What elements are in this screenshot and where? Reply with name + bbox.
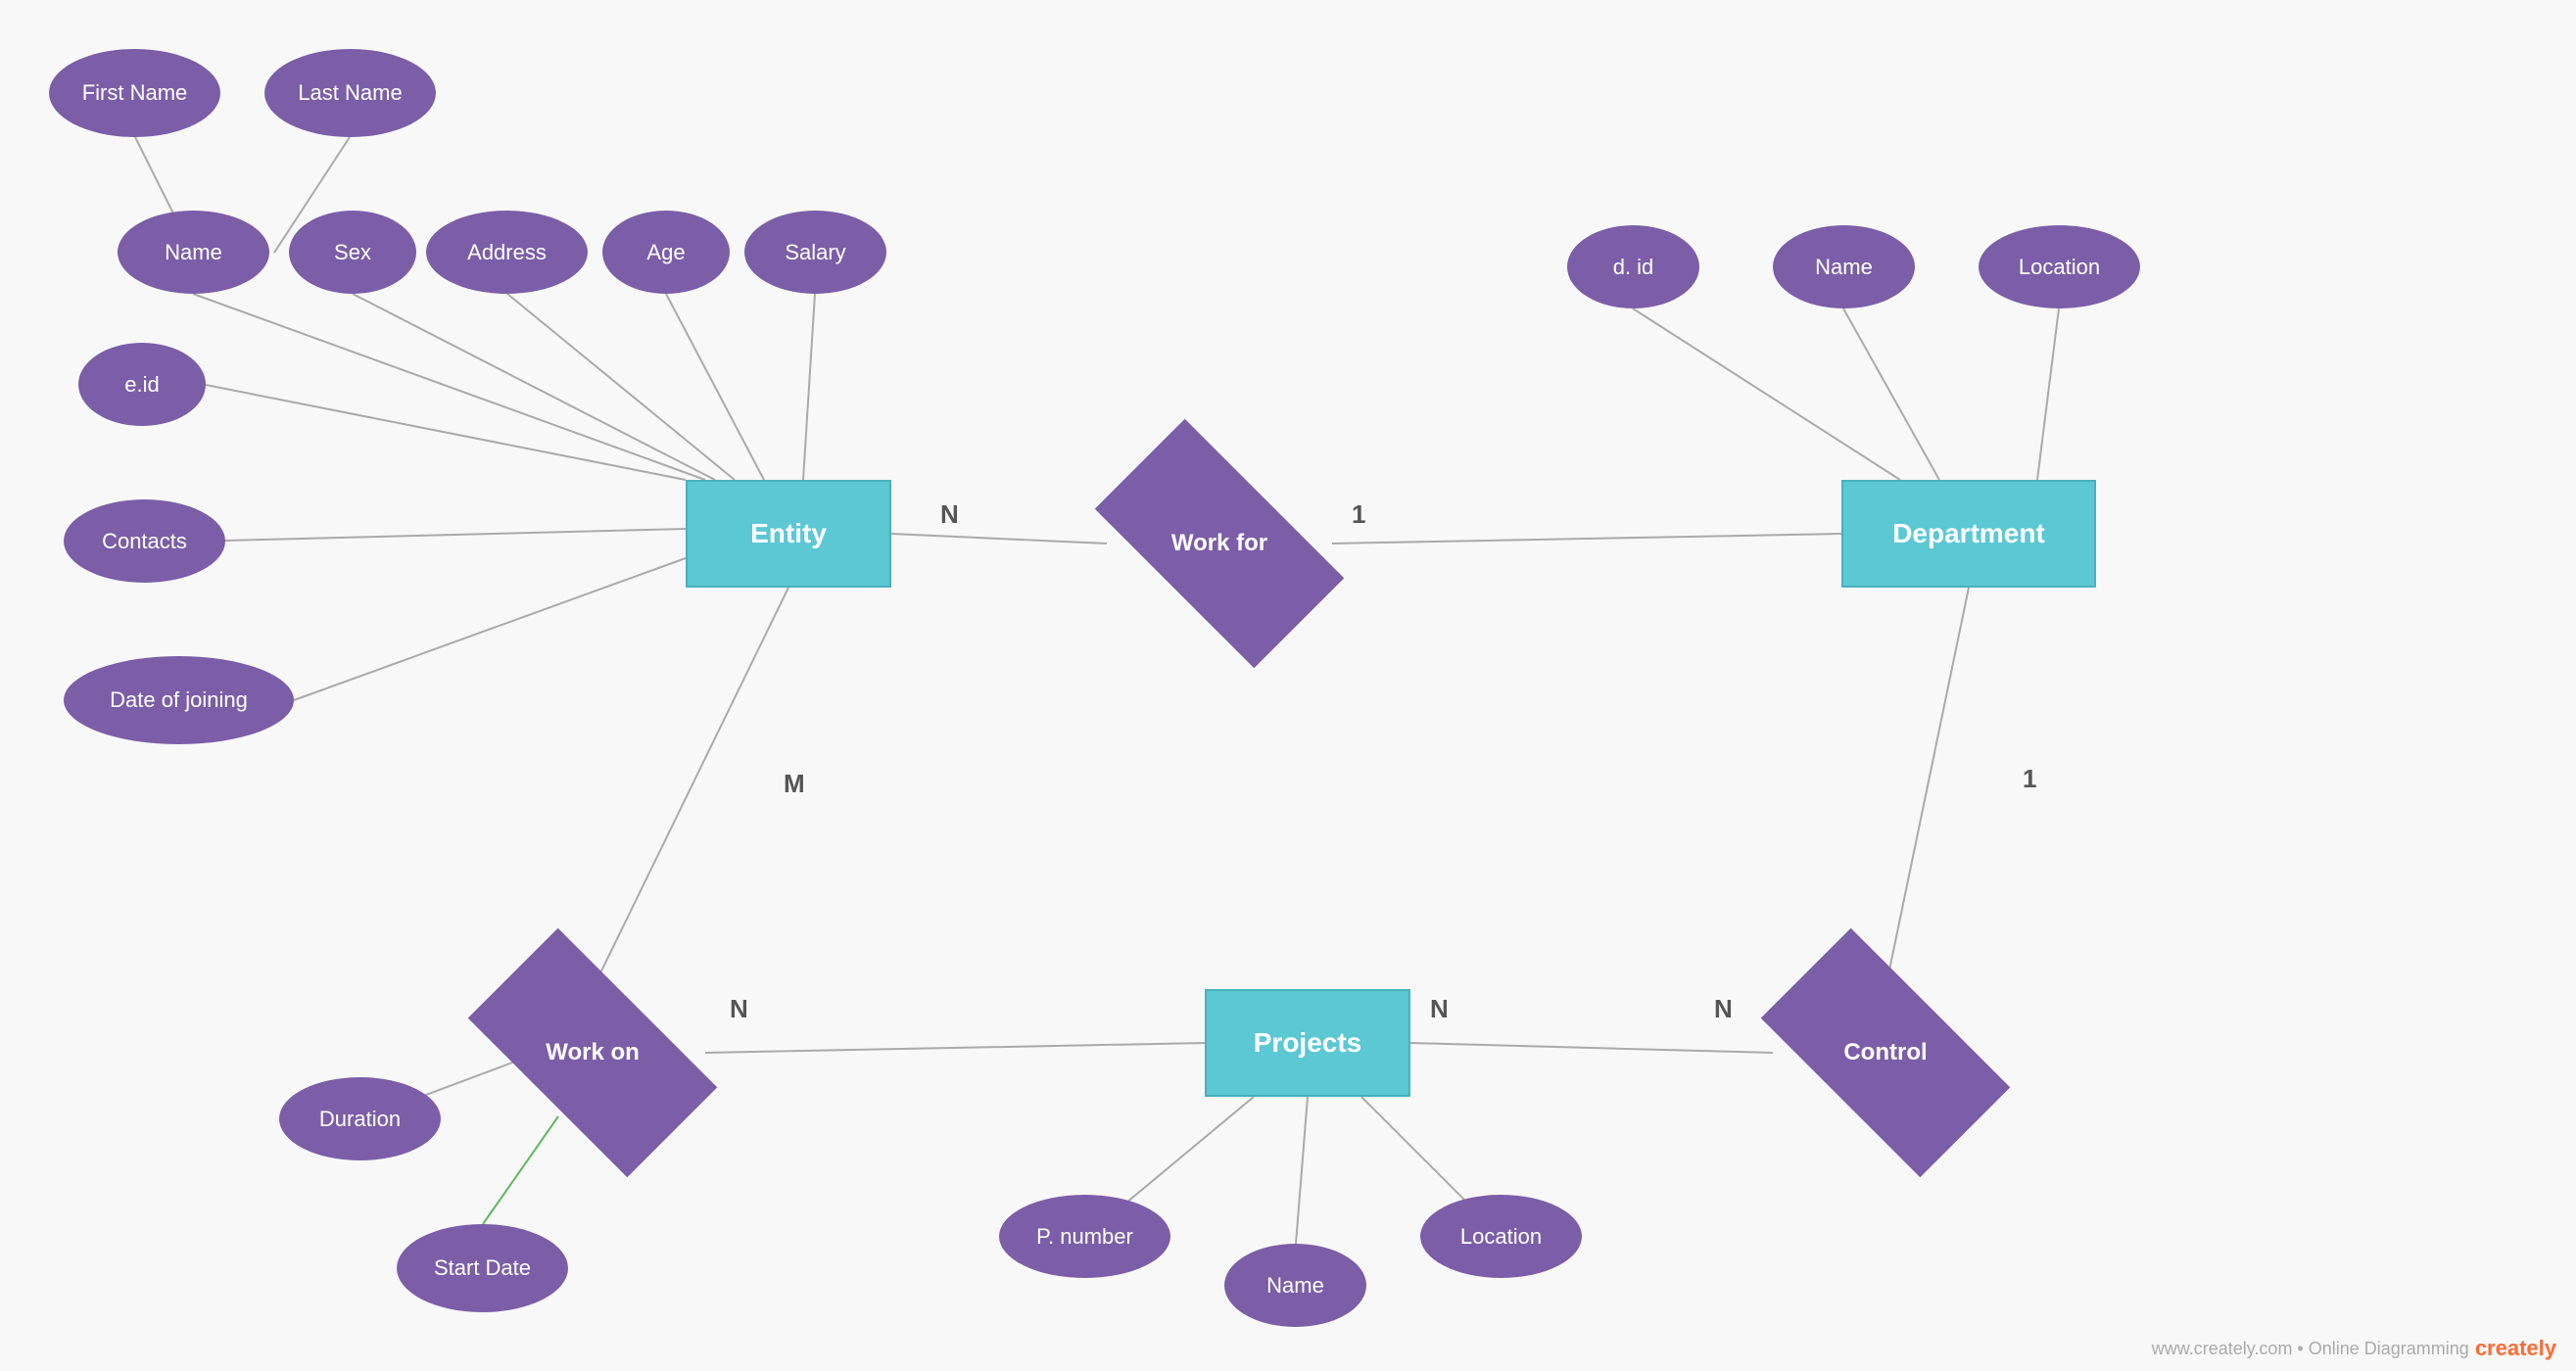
ellipse-first-name[interactable]: First Name bbox=[49, 49, 220, 137]
ellipse-location-dep[interactable]: Location bbox=[1979, 225, 2140, 308]
ellipse-sex[interactable]: Sex bbox=[289, 211, 416, 294]
ellipse-did[interactable]: d. id bbox=[1567, 225, 1699, 308]
ellipse-name-dep[interactable]: Name bbox=[1773, 225, 1915, 308]
ellipse-name-emp[interactable]: Name bbox=[118, 211, 269, 294]
ellipse-contacts[interactable]: Contacts bbox=[64, 499, 225, 583]
ellipse-duration[interactable]: Duration bbox=[279, 1077, 441, 1160]
ellipse-name-proj[interactable]: Name bbox=[1224, 1244, 1366, 1327]
ellipse-salary[interactable]: Salary bbox=[744, 211, 886, 294]
ellipse-location-proj[interactable]: Location bbox=[1420, 1195, 1582, 1278]
cardinality-m1: M bbox=[784, 769, 805, 799]
connection-lines bbox=[0, 0, 2576, 1371]
entity-entity[interactable]: Entity bbox=[686, 480, 891, 588]
entity-projects[interactable]: Projects bbox=[1205, 989, 1410, 1097]
diamond-control[interactable]: Control bbox=[1773, 989, 1998, 1116]
ellipse-eid[interactable]: e.id bbox=[78, 343, 206, 426]
diamond-work-on[interactable]: Work on bbox=[480, 989, 705, 1116]
cardinality-n3: N bbox=[1430, 994, 1449, 1024]
diagram-container: Entity Department Projects First Name La… bbox=[0, 0, 2576, 1371]
cardinality-n4: N bbox=[1714, 994, 1733, 1024]
cardinality-1b: 1 bbox=[2023, 764, 2036, 794]
ellipse-start-date[interactable]: Start Date bbox=[397, 1224, 568, 1312]
ellipse-p-number[interactable]: P. number bbox=[999, 1195, 1170, 1278]
watermark: www.creately.com • Online Diagramming cr… bbox=[2152, 1336, 2556, 1361]
cardinality-n2: N bbox=[730, 994, 748, 1024]
cardinality-n1: N bbox=[940, 499, 959, 530]
cardinality-1a: 1 bbox=[1352, 499, 1365, 530]
ellipse-last-name[interactable]: Last Name bbox=[264, 49, 436, 137]
diamond-work-for[interactable]: Work for bbox=[1107, 480, 1332, 607]
entity-department[interactable]: Department bbox=[1841, 480, 2096, 588]
ellipse-age[interactable]: Age bbox=[602, 211, 730, 294]
ellipse-date-joining[interactable]: Date of joining bbox=[64, 656, 294, 744]
ellipse-address[interactable]: Address bbox=[426, 211, 588, 294]
